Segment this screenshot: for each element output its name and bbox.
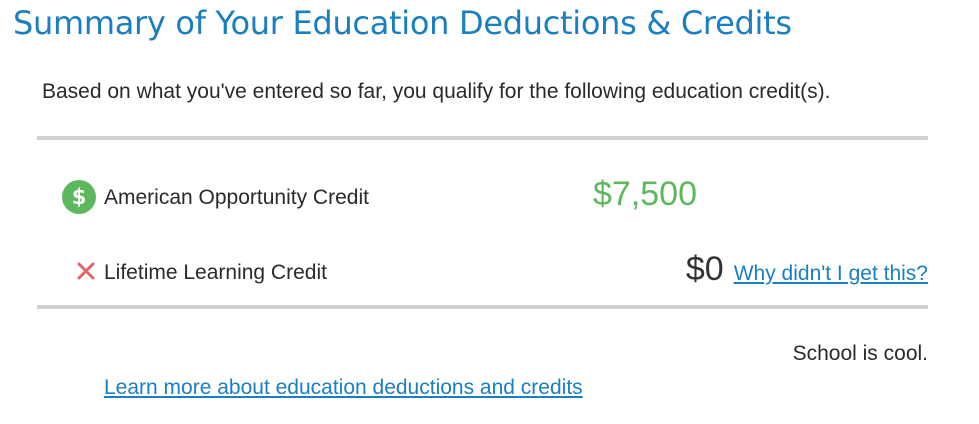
credit-row-american-opportunity: $ American Opportunity Credit $7,500 xyxy=(60,175,928,219)
intro-text: Based on what you've entered so far, you… xyxy=(42,80,831,103)
footer-note: School is cool. xyxy=(792,342,928,365)
credit-amount: $0 xyxy=(685,250,724,288)
page-title: Summary of Your Education Deductions & C… xyxy=(13,4,792,42)
x-icon xyxy=(77,262,95,280)
credit-name: Lifetime Learning Credit xyxy=(104,261,327,284)
credit-name: American Opportunity Credit xyxy=(104,186,369,209)
credit-amount: $7,500 xyxy=(593,175,697,213)
credit-amount-group: $0 Why didn't I get this? xyxy=(686,250,928,289)
dollar-circle-icon: $ xyxy=(62,180,96,214)
credit-row-lifetime-learning: Lifetime Learning Credit $0 Why didn't I … xyxy=(60,250,928,294)
why-didnt-i-get-this-link[interactable]: Why didn't I get this? xyxy=(734,262,928,285)
top-divider xyxy=(37,136,928,140)
bottom-divider xyxy=(37,305,928,309)
learn-more-link[interactable]: Learn more about education deductions an… xyxy=(104,376,583,400)
